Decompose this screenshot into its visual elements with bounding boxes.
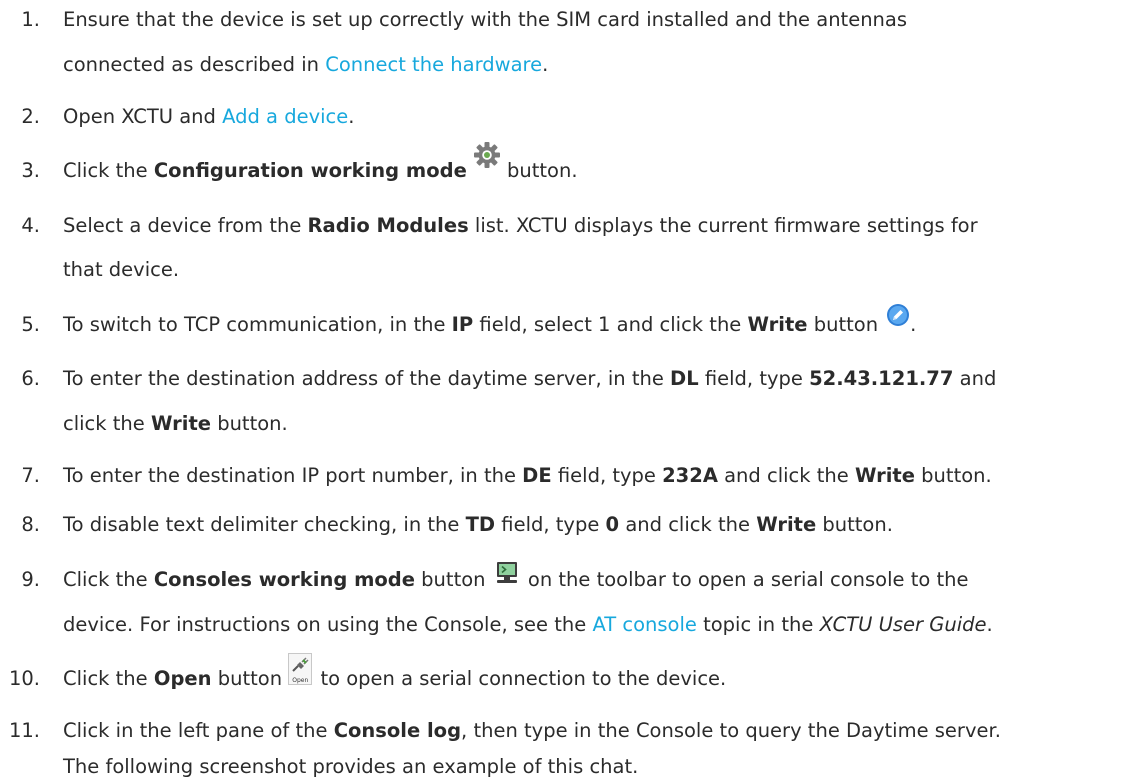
open-connection-icon: Open <box>288 653 313 685</box>
step-text-line: Click in the left pane of the Console lo… <box>63 719 1001 742</box>
gear-icon <box>473 141 501 169</box>
connect-hardware-link[interactable]: Connect the hardware <box>325 53 542 76</box>
step-text-line: To enter the destination IP port number,… <box>63 464 992 487</box>
step-text-line: Select a device from the Radio Modules l… <box>63 214 978 237</box>
step-number: 4. <box>21 214 40 237</box>
step-text-line: click the Write button. <box>63 412 288 435</box>
step-text-line: The following screenshot provides an exa… <box>63 755 639 778</box>
step-number: 3. <box>21 159 40 182</box>
open-icon-label: Open <box>292 677 309 684</box>
at-console-link[interactable]: AT console <box>592 613 696 636</box>
step-text-line: device. For instructions on using the Co… <box>63 613 993 636</box>
step-number: 9. <box>21 568 40 591</box>
step-text-line: that device. <box>63 258 180 281</box>
step-number: 5. <box>21 313 40 336</box>
step-number: 1. <box>21 8 40 31</box>
step-text-line: To enter the destination address of the … <box>63 367 997 390</box>
step-text-line: Click the Consoles working mode button o… <box>63 562 969 591</box>
step-text-line: To disable text delimiter checking, in t… <box>63 513 893 536</box>
console-monitor-icon <box>494 560 520 586</box>
step-number: 2. <box>21 105 40 128</box>
step-number: 8. <box>21 513 40 536</box>
step-text-line: Click the Open button Open to open a ser… <box>63 653 726 690</box>
step-text-line: Click the Configuration working mode but… <box>63 142 578 182</box>
step-number: 10. <box>8 667 40 690</box>
step-number: 7. <box>21 464 40 487</box>
step-number: 6. <box>21 367 40 390</box>
procedure-steps-list: 1. Ensure that the device is set up corr… <box>0 0 1128 783</box>
write-pencil-icon <box>886 303 910 327</box>
step-number: 11. <box>8 719 40 742</box>
step-text-line: connected as described in Connect the ha… <box>63 53 549 76</box>
step-text-line: Open XCTU and Add a device. <box>63 105 355 128</box>
step-text-line: To switch to TCP communication, in the I… <box>63 304 916 336</box>
add-device-link[interactable]: Add a device <box>222 105 348 128</box>
step-text-line: Ensure that the device is set up correct… <box>63 8 908 31</box>
